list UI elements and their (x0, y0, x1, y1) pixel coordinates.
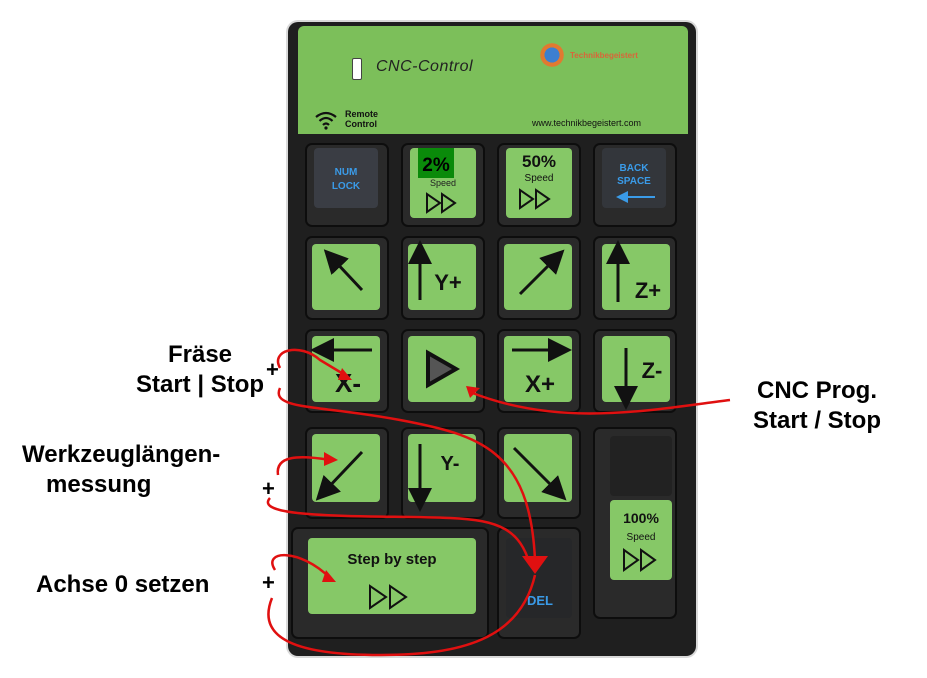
werkzeug-line-2: messung (46, 471, 152, 498)
key-step-by-step[interactable]: Step by step (308, 538, 476, 614)
fraese-line-1: Fräse (167, 341, 233, 368)
key-x-minus[interactable]: X- (310, 336, 380, 402)
key-speed-50[interactable]: 50% Speed (506, 148, 572, 218)
annotation-fraese: Fräse Start | Stop (130, 340, 270, 400)
key-z-minus[interactable]: Z- (602, 336, 670, 410)
backspace-label-2: SPACE (617, 176, 651, 187)
cnc-line-2: Start / Stop (752, 407, 881, 434)
speed-2-label: 2% (422, 155, 450, 176)
werkzeug-plus: + (262, 476, 275, 501)
y-minus-label: Y- (441, 453, 460, 475)
backspace-label-1: BACK (620, 163, 650, 174)
werkzeug-line-1: Werkzeuglängen- (22, 441, 221, 468)
key-speed-100[interactable]: 100% Speed (610, 436, 672, 580)
key-backspace[interactable]: BACK SPACE (602, 148, 666, 208)
speed-50-label: 50% (522, 152, 556, 171)
step-by-step-label: Step by step (347, 551, 436, 568)
speed-100-label: 100% (623, 510, 659, 526)
key-speed-2[interactable]: 2% Speed (410, 148, 476, 218)
key-z-plus[interactable]: Z+ (602, 240, 670, 310)
fraese-plus: + (266, 357, 279, 382)
key-diagonal-up-left[interactable] (312, 244, 380, 310)
numlock-label-2: LOCK (332, 181, 361, 192)
key-y-plus[interactable]: Y+ (408, 240, 476, 310)
annotation-werkzeug: Werkzeuglängen- messung (22, 440, 220, 500)
fraese-line-2: Start | Stop (135, 371, 265, 398)
annotation-cnc-prog: CNC Prog. Start / Stop (732, 376, 902, 436)
key-del[interactable]: DEL (506, 538, 572, 618)
x-plus-label: X+ (525, 371, 555, 398)
z-minus-label: Z- (642, 358, 663, 383)
key-diagonal-down-right[interactable] (504, 434, 572, 502)
numlock-label-1: NUM (335, 167, 358, 178)
key-x-plus[interactable]: X+ (504, 336, 572, 402)
cnc-line-1: CNC Prog. (757, 377, 877, 404)
key-diagonal-down-left[interactable] (312, 434, 380, 502)
speed-2-sub: Speed (430, 178, 456, 188)
del-label: DEL (527, 593, 553, 608)
speed-100-sub: Speed (627, 532, 656, 543)
annotated-keypad-photo: CNC-Control Technikbegeistert Remote Con… (0, 0, 927, 678)
y-plus-label: Y+ (434, 270, 462, 295)
speed-50-sub: Speed (525, 173, 554, 184)
key-y-minus[interactable]: Y- (408, 434, 476, 512)
annotation-achse: Achse 0 setzen (36, 571, 210, 598)
z-plus-label: Z+ (635, 278, 661, 303)
key-cnc-play[interactable] (408, 336, 476, 402)
key-numlock[interactable]: NUM LOCK (314, 148, 378, 208)
achse-plus: + (262, 570, 275, 595)
key-diagonal-up-right[interactable] (504, 244, 572, 310)
